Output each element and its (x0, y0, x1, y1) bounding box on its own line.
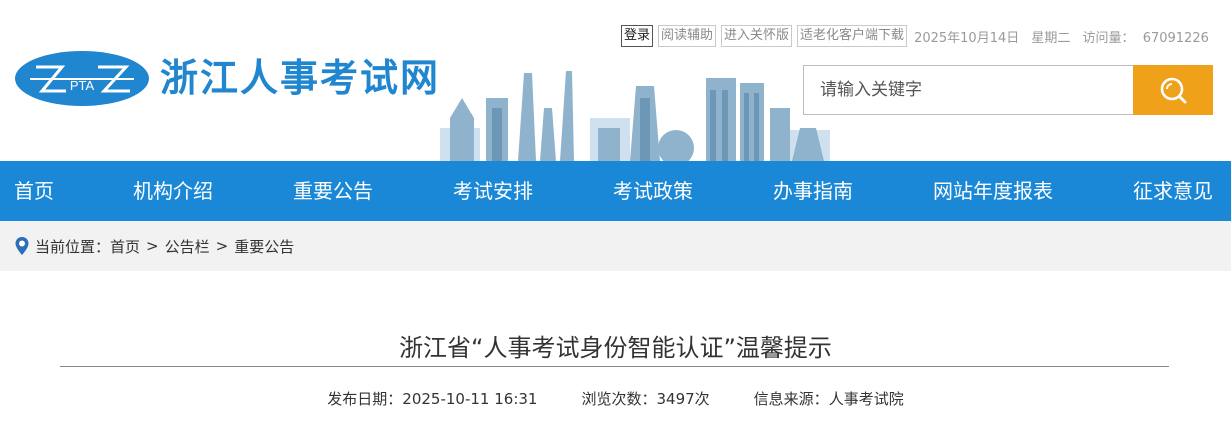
current-date: 2025年10月14日 (914, 30, 1020, 46)
nav-exam-policy[interactable]: 考试政策 (613, 161, 693, 221)
article-title: 浙江省“人事考试身份智能认证”温馨提示 (399, 334, 832, 362)
publish-date: 发布日期：2025-10-11 16:31 (327, 388, 537, 409)
view-count: 浏览次数：3497次 (581, 388, 709, 409)
search-icon (1160, 77, 1187, 104)
nav-announcements[interactable]: 重要公告 (293, 161, 373, 221)
breadcrumb-label: 当前位置： (35, 237, 111, 256)
publish-date-value: 2025-10-11 16:31 (402, 390, 538, 408)
elderly-client-download-link[interactable]: 适老化客户端下载 (797, 25, 908, 47)
info-source-label: 信息来源： (753, 390, 829, 408)
breadcrumb-bulletin[interactable]: 公告栏 (165, 236, 210, 257)
view-count-value: 3497次 (656, 390, 710, 408)
site-header: PTA 浙江人事考试网 登录 阅读辅助 进入关怀版 适老化客户端下载 2025年… (0, 0, 1231, 161)
care-mode-link[interactable]: 进入关怀版 (721, 25, 793, 47)
info-source-value: 人事考试院 (828, 390, 904, 408)
reading-assist-link[interactable]: 阅读辅助 (658, 25, 717, 47)
logo-emblem-icon: PTA (15, 51, 149, 106)
main-nav: 首页 机构介绍 重要公告 考试安排 考试政策 办事指南 网站年度报表 征求意见 (0, 161, 1231, 221)
info-source: 信息来源：人事考试院 (754, 388, 904, 409)
nav-service-guide[interactable]: 办事指南 (773, 161, 853, 221)
nav-annual-report[interactable]: 网站年度报表 (933, 161, 1053, 221)
top-utility-bar: 登录 阅读辅助 进入关怀版 适老化客户端下载 2025年10月14日 星期二 访… (621, 25, 1209, 47)
breadcrumb: 当前位置： 首页 > 公告栏 > 重要公告 (0, 221, 1231, 271)
breadcrumb-home[interactable]: 首页 (110, 236, 140, 257)
site-logo[interactable]: PTA 浙江人事考试网 (14, 50, 440, 107)
nav-exam-schedule[interactable]: 考试安排 (453, 161, 533, 221)
search-button[interactable] (1133, 65, 1213, 115)
publish-date-label: 发布日期： (327, 390, 403, 408)
breadcrumb-separator: > (215, 237, 229, 255)
breadcrumb-separator: > (146, 237, 159, 255)
site-search (803, 65, 1213, 115)
breadcrumb-announcements[interactable]: 重要公告 (234, 236, 294, 257)
nav-feedback[interactable]: 征求意见 (1133, 161, 1213, 221)
article-meta: 发布日期：2025-10-11 16:31 浏览次数：3497次 信息来源：人事… (0, 388, 1231, 409)
title-divider (60, 366, 1169, 367)
site-title: 浙江人事考试网 (160, 56, 441, 100)
visits-label: 访问量： (1082, 30, 1135, 46)
nav-home[interactable]: 首页 (14, 161, 54, 221)
logo-text: PTA (70, 78, 95, 93)
date-visits-info: 2025年10月14日 星期二 访问量： 67091226 (914, 27, 1209, 46)
login-link[interactable]: 登录 (621, 25, 654, 47)
view-count-label: 浏览次数： (581, 390, 657, 408)
location-pin-icon (15, 237, 29, 255)
nav-about[interactable]: 机构介绍 (133, 161, 213, 221)
current-weekday: 星期二 (1031, 30, 1071, 46)
visits-count: 67091226 (1142, 30, 1209, 46)
city-skyline-illustration (440, 71, 830, 161)
search-input[interactable] (803, 65, 1133, 115)
